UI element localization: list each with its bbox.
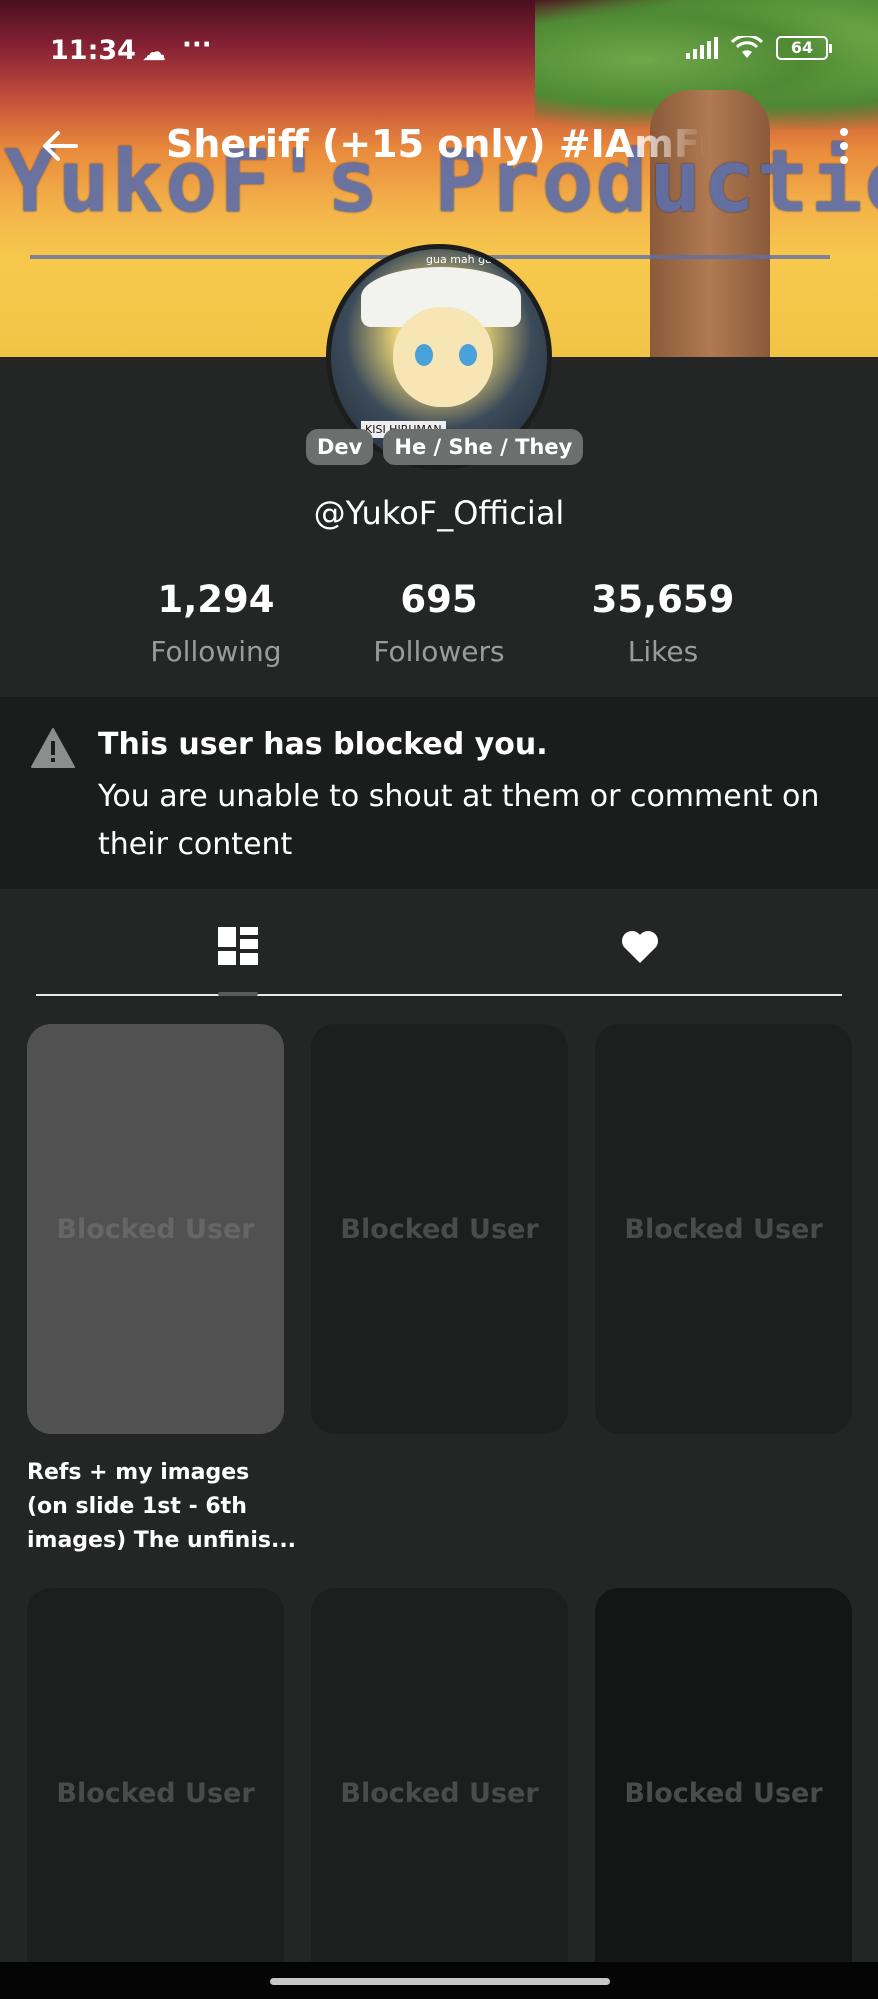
- post-tile[interactable]: Blocked User: [595, 1588, 852, 1998]
- wifi-icon: [730, 36, 764, 58]
- cloud-icon: ☁: [142, 38, 166, 66]
- stat-value: 695: [400, 578, 478, 621]
- more-options-icon[interactable]: [832, 124, 856, 168]
- avatar-caption-top: gua mah ganteng: [426, 253, 524, 266]
- post-tile[interactable]: Blocked User: [311, 1588, 568, 1998]
- tile-label: Blocked User: [624, 1213, 823, 1245]
- heart-icon: [622, 931, 658, 963]
- content-tabs: [0, 889, 878, 997]
- role-badge: Dev: [306, 429, 374, 465]
- profile-badges: Dev He / She / They: [306, 429, 584, 465]
- stat-value: 1,294: [157, 578, 275, 621]
- post-tile[interactable]: Blocked User: [311, 1024, 568, 1434]
- stat-label: Followers: [373, 635, 505, 668]
- avatar-face: [393, 307, 493, 407]
- tab-indicator: [218, 992, 258, 996]
- warning-icon: [31, 728, 75, 768]
- more-notifications-icon: ···: [182, 30, 212, 60]
- stat-following[interactable]: 1,294 Following: [106, 578, 326, 668]
- tile-label: Blocked User: [56, 1213, 255, 1245]
- home-gesture-bar[interactable]: [270, 1978, 610, 1985]
- profile-stats: 1,294 Following 695 Followers 35,659 Lik…: [0, 578, 878, 678]
- tile-label: Blocked User: [56, 1777, 255, 1809]
- tile-label: Blocked User: [340, 1777, 539, 1809]
- page-title: Sheriff (+15 only) #IAmFuc: [166, 122, 706, 166]
- top-app-bar: Sheriff (+15 only) #IAmFuc: [0, 100, 878, 196]
- blocked-notice: This user has blocked you. You are unabl…: [0, 697, 878, 889]
- tab-posts[interactable]: [208, 917, 268, 977]
- stat-label: Following: [150, 635, 282, 668]
- stat-label: Likes: [627, 635, 699, 668]
- status-time: 11:34: [50, 35, 136, 66]
- signal-icon: [686, 37, 718, 59]
- post-tile[interactable]: Blocked User: [27, 1588, 284, 1998]
- tab-likes[interactable]: [610, 917, 670, 977]
- stat-followers[interactable]: 695 Followers: [329, 578, 549, 668]
- grid-icon: [218, 927, 258, 965]
- pronouns-badge: He / She / They: [383, 429, 584, 465]
- avatar-eye: [459, 344, 477, 366]
- back-arrow-icon[interactable]: [38, 124, 82, 168]
- post-caption[interactable]: Refs + my images (on slide 1st - 6th ima…: [27, 1456, 297, 1558]
- battery-icon: 64: [776, 36, 832, 60]
- tile-label: Blocked User: [340, 1213, 539, 1245]
- tab-divider: [36, 994, 842, 996]
- tile-label: Blocked User: [624, 1777, 823, 1809]
- user-handle: @YukoF_Official: [313, 494, 565, 532]
- blocked-message: You are unable to shout at them or comme…: [98, 779, 820, 862]
- post-tile[interactable]: Blocked User: [595, 1024, 852, 1434]
- avatar-eye: [415, 344, 433, 366]
- post-tile[interactable]: Blocked User: [27, 1024, 284, 1434]
- stat-likes: 35,659 Likes: [553, 578, 773, 668]
- blocked-title: This user has blocked you.: [98, 727, 548, 762]
- status-bar: 11:34 ☁ ··· 64: [0, 0, 878, 100]
- stat-value: 35,659: [591, 578, 735, 621]
